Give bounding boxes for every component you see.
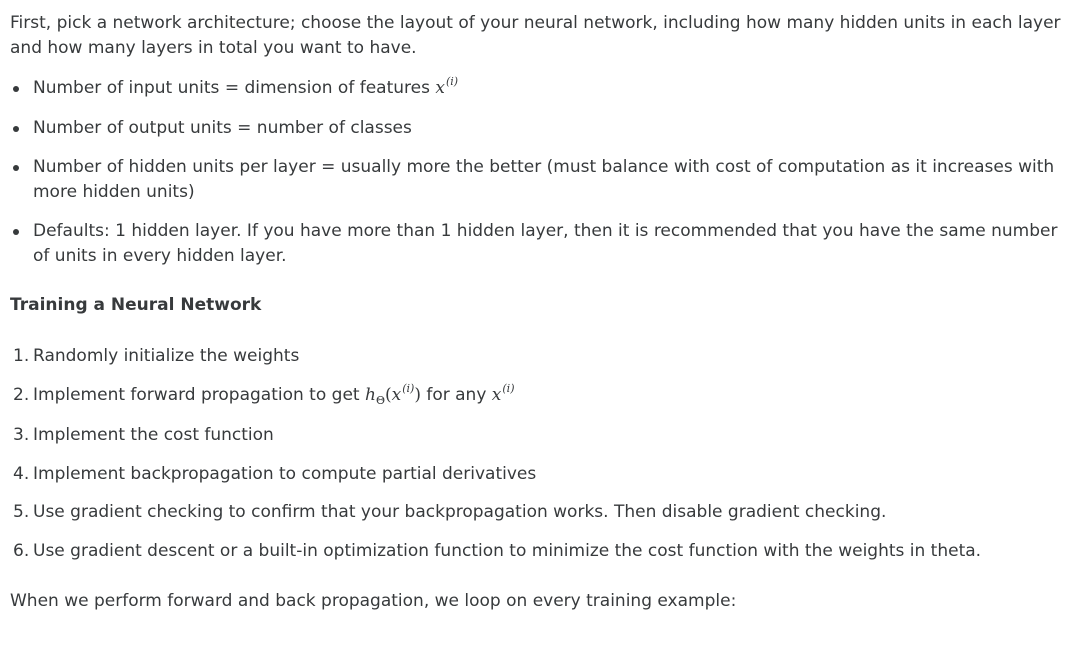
list-item-output-units: Number of output units = number of class… bbox=[10, 116, 1063, 141]
math-symbol-x: x bbox=[491, 385, 502, 405]
training-steps-list: 1. Randomly initialize the weights 2. Im… bbox=[10, 344, 1090, 564]
step-text: Implement forward propagation to get bbox=[33, 385, 365, 405]
step-number: 5. bbox=[13, 502, 30, 522]
step-item: 6. Use gradient descent or a built-in op… bbox=[10, 539, 1063, 564]
list-item-text: Number of input units = dimension of fea… bbox=[33, 78, 436, 98]
step-text: Use gradient checking to confirm that yo… bbox=[33, 502, 887, 522]
intro-paragraph: First, pick a network architecture; choo… bbox=[10, 13, 1061, 58]
step-item: 2. Implement forward propagation to get … bbox=[10, 382, 1063, 409]
list-item-text: Number of output units = number of class… bbox=[33, 118, 412, 138]
step-item: 3. Implement the cost function bbox=[10, 423, 1063, 448]
math-symbol-x: x bbox=[391, 385, 402, 405]
bullet-dot-icon bbox=[13, 86, 19, 92]
list-item-hidden-units: Number of hidden units per layer = usual… bbox=[10, 155, 1063, 205]
section-heading: Training a Neural Network bbox=[10, 295, 262, 315]
math-subscript-theta: Θ bbox=[375, 394, 385, 407]
step-text: Randomly initialize the weights bbox=[33, 346, 300, 366]
step-text-mid: for any bbox=[420, 385, 492, 405]
math-x-i: x(i) bbox=[491, 382, 515, 405]
math-superscript-i: (i) bbox=[402, 382, 415, 395]
step-number: 6. bbox=[13, 541, 30, 561]
bullet-dot-icon bbox=[13, 229, 19, 235]
list-item-defaults: Defaults: 1 hidden layer. If you have mo… bbox=[10, 219, 1063, 269]
math-x-i: x(i) bbox=[435, 75, 459, 98]
page-content: First, pick a network architecture; choo… bbox=[0, 0, 1090, 645]
math-superscript-i: (i) bbox=[445, 75, 459, 88]
step-number: 1. bbox=[13, 346, 30, 366]
bullet-dot-icon bbox=[13, 165, 19, 171]
list-item-text: Defaults: 1 hidden layer. If you have mo… bbox=[33, 221, 1058, 266]
math-symbol-h: h bbox=[364, 385, 376, 405]
math-symbol-x: x bbox=[435, 78, 445, 98]
list-item-text: Number of hidden units per layer = usual… bbox=[33, 157, 1055, 202]
step-item: 1. Randomly initialize the weights bbox=[10, 344, 1063, 369]
step-item: 4. Implement backpropagation to compute … bbox=[10, 462, 1063, 487]
math-hypothesis: hΘ(x(i)) bbox=[364, 382, 421, 407]
bullet-dot-icon bbox=[13, 126, 19, 132]
architecture-list: Number of input units = dimension of fea… bbox=[10, 75, 1090, 269]
closing-paragraph: When we perform forward and back propaga… bbox=[10, 591, 737, 611]
step-text: Use gradient descent or a built-in optim… bbox=[33, 541, 982, 561]
step-item: 5. Use gradient checking to confirm that… bbox=[10, 500, 1063, 525]
math-superscript-i: (i) bbox=[502, 382, 515, 395]
step-number: 2. bbox=[13, 385, 30, 405]
step-number: 3. bbox=[13, 425, 30, 445]
list-item-input-units: Number of input units = dimension of fea… bbox=[10, 75, 1063, 102]
step-text: Implement backpropagation to compute par… bbox=[33, 464, 537, 484]
math-right-paren: ) bbox=[414, 385, 421, 405]
math-left-paren: ( bbox=[384, 385, 392, 405]
step-text: Implement the cost function bbox=[33, 425, 274, 445]
step-number: 4. bbox=[13, 464, 30, 484]
